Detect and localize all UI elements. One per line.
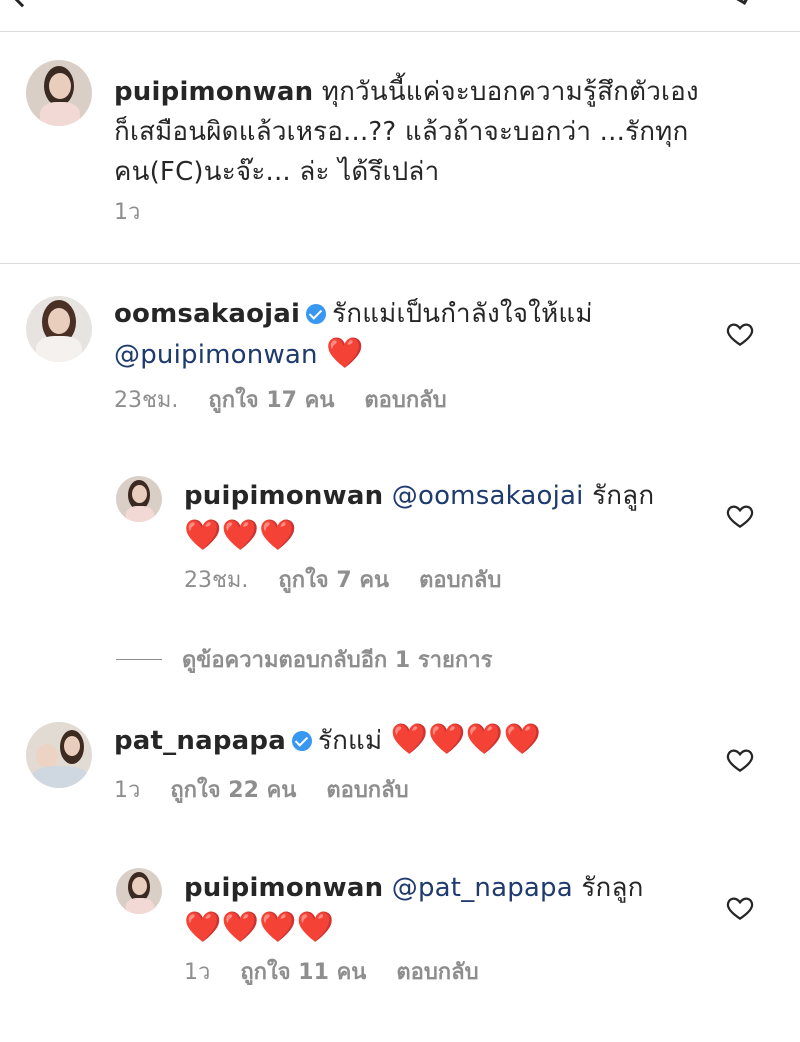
reply-body: รักลูก bbox=[581, 873, 644, 903]
reply-meta: 23ชม. ถูกใจ 7 คน ตอบกลับ bbox=[184, 566, 531, 596]
comment-mention[interactable]: @puipimonwan bbox=[114, 340, 318, 370]
like-heart-icon[interactable] bbox=[725, 893, 755, 923]
comment-body: รักแม่ bbox=[317, 726, 383, 756]
reply-button[interactable]: ตอบกลับ bbox=[326, 778, 408, 803]
reply-likes[interactable]: ถูกใจ 7 คน bbox=[278, 568, 389, 593]
avatar[interactable] bbox=[26, 60, 92, 126]
comment-username[interactable]: pat_napapa bbox=[114, 726, 286, 756]
comment-likes[interactable]: ถูกใจ 17 คน bbox=[208, 388, 334, 413]
avatar[interactable] bbox=[116, 476, 162, 522]
comment-body: รักแม่เป็นกำลังใจให้แม่ bbox=[332, 299, 593, 329]
reply-button[interactable]: ตอบกลับ bbox=[419, 568, 501, 593]
comment-likes[interactable]: ถูกใจ 22 คน bbox=[170, 778, 296, 803]
share-icon[interactable] bbox=[731, 0, 753, 5]
caption-time: 1ว bbox=[114, 200, 141, 225]
caption-username[interactable]: puipimonwan bbox=[114, 77, 313, 107]
caption-meta: 1ว bbox=[114, 198, 170, 228]
reply-body: รักลูก bbox=[592, 481, 655, 511]
caption-text: puipimonwan ทุกวันนี้แค่จะบอกความรู้สึกต… bbox=[114, 72, 774, 192]
verified-badge-icon bbox=[306, 304, 327, 324]
comment-text: oomsakaojai รักแม่เป็นกำลังใจให้แม่ @puip… bbox=[114, 294, 714, 375]
view-more-label: ดูข้อความตอบกลับอีก 1 รายการ bbox=[182, 647, 493, 673]
like-heart-icon[interactable] bbox=[725, 319, 755, 349]
caption-line-2: ก็เสมือนผิดแล้วเหรอ...?? แล้วถ้าจะบอกว่า… bbox=[114, 117, 689, 147]
avatar[interactable] bbox=[26, 722, 92, 788]
reply-button[interactable]: ตอบกลับ bbox=[364, 388, 446, 413]
heart-emoji: ❤️❤️❤️❤️ bbox=[184, 910, 335, 945]
reply-time: 23ชม. bbox=[184, 568, 249, 593]
divider bbox=[116, 658, 162, 660]
verified-badge-icon bbox=[291, 731, 312, 751]
post-caption: puipimonwan ทุกวันนี้แค่จะบอกความรู้สึกต… bbox=[0, 32, 800, 264]
comment-meta: 1ว ถูกใจ 22 คน ตอบกลับ bbox=[114, 776, 439, 806]
back-arrow-icon[interactable] bbox=[10, 0, 34, 8]
heart-emoji: ❤️❤️❤️❤️ bbox=[390, 722, 542, 757]
comment-time: 1ว bbox=[114, 778, 141, 803]
view-more-replies[interactable]: ดูข้อความตอบกลับอีก 1 รายการ bbox=[116, 644, 492, 674]
reply-username[interactable]: puipimonwan bbox=[184, 873, 383, 903]
comment-username[interactable]: oomsakaojai bbox=[114, 299, 300, 329]
comment-time: 23ชม. bbox=[114, 388, 179, 413]
reply-likes[interactable]: ถูกใจ 11 คน bbox=[240, 960, 366, 985]
reply-text: puipimonwan @oomsakaojai รักลูก ❤️❤️❤️ bbox=[184, 476, 704, 557]
like-heart-icon[interactable] bbox=[725, 501, 755, 531]
reply-text: puipimonwan @pat_napapa รักลูก ❤️❤️❤️❤️ bbox=[184, 868, 704, 949]
reply-button[interactable]: ตอบกลับ bbox=[396, 960, 478, 985]
avatar[interactable] bbox=[26, 296, 92, 362]
reply-mention[interactable]: @pat_napapa bbox=[392, 873, 573, 903]
comment-meta: 23ชม. ถูกใจ 17 คน ตอบกลับ bbox=[114, 386, 477, 416]
caption-line-1: ทุกวันนี้แค่จะบอกความรู้สึกตัวเอง bbox=[321, 77, 699, 107]
reply-username[interactable]: puipimonwan bbox=[184, 481, 383, 511]
reply-time: 1ว bbox=[184, 960, 211, 985]
like-heart-icon[interactable] bbox=[725, 745, 755, 775]
comment-text: pat_napapa รักแม่ ❤️❤️❤️❤️ bbox=[114, 720, 714, 761]
header-bar bbox=[0, 0, 800, 32]
avatar[interactable] bbox=[116, 868, 162, 914]
reply-mention[interactable]: @oomsakaojai bbox=[392, 481, 584, 511]
reply-meta: 1ว ถูกใจ 11 คน ตอบกลับ bbox=[184, 958, 509, 988]
heart-emoji: ❤️ bbox=[326, 336, 364, 371]
caption-line-3: คน(FC)นะจ๊ะ... ล่ะ ได้รึเปล่า bbox=[114, 157, 440, 187]
heart-emoji: ❤️❤️❤️ bbox=[184, 518, 297, 553]
